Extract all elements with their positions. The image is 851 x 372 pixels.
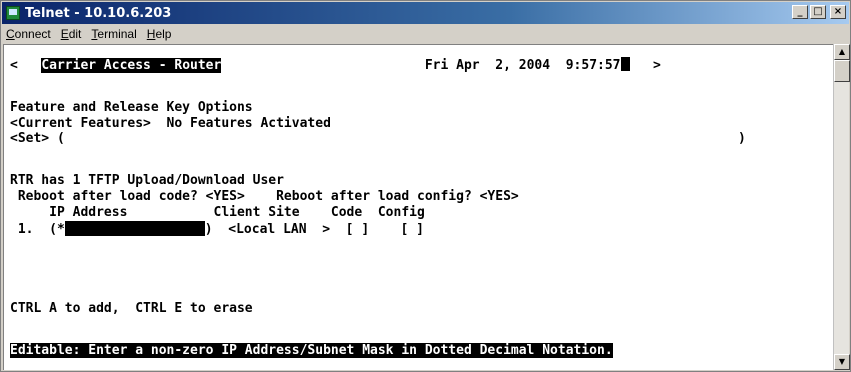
vertical-scrollbar[interactable]: ▲ ▼ bbox=[833, 44, 850, 370]
close-button[interactable]: × bbox=[830, 5, 846, 19]
terminal-header-line: < Carrier Access - Router Fri Apr 2, 200… bbox=[10, 57, 661, 73]
scroll-right-marker: > bbox=[652, 58, 661, 73]
header-datetime: Fri Apr 2, 2004 9:57:57 bbox=[424, 58, 621, 73]
status-line: Editable: Enter a non-zero IP Address/Su… bbox=[10, 343, 613, 358]
scroll-left-marker: < bbox=[10, 58, 18, 73]
feature-title-line: Feature and Release Key Options bbox=[10, 100, 253, 115]
scroll-up-button[interactable]: ▲ bbox=[834, 44, 850, 60]
maximize-button[interactable]: □ bbox=[810, 5, 826, 19]
telnet-app-icon bbox=[6, 6, 20, 20]
ctrl-hint-line: CTRL A to add, CTRL E to erase bbox=[10, 301, 253, 316]
reboot-options-line[interactable]: Reboot after load code? <YES> Reboot aft… bbox=[10, 189, 519, 204]
minimize-button[interactable]: _ bbox=[792, 5, 808, 19]
menu-terminal[interactable]: Terminal bbox=[91, 27, 136, 41]
set-field-open[interactable]: <Set> ( bbox=[10, 131, 65, 146]
menu-help[interactable]: Help bbox=[147, 27, 172, 41]
current-features-line[interactable]: <Current Features> No Features Activated bbox=[10, 116, 331, 131]
window-title: Telnet - 10.10.6.203 bbox=[25, 5, 172, 21]
terminal-screen[interactable]: < Carrier Access - Router Fri Apr 2, 200… bbox=[3, 44, 833, 370]
scroll-down-button[interactable]: ▼ bbox=[834, 354, 850, 370]
window-controls: _ □ × bbox=[792, 5, 846, 19]
text-cursor bbox=[620, 57, 630, 71]
set-field-close: ) bbox=[738, 131, 746, 146]
status-message: Editable: Enter a non-zero IP Address/Su… bbox=[10, 343, 613, 358]
redacted-ip-address[interactable] bbox=[64, 221, 205, 236]
router-title: Carrier Access - Router bbox=[41, 58, 222, 73]
scroll-thumb[interactable] bbox=[834, 60, 850, 82]
column-headers-line: IP Address Client Site Code Config bbox=[10, 205, 425, 220]
menu-edit[interactable]: Edit bbox=[61, 27, 82, 41]
user-row-1[interactable]: 1. (* ) <Local LAN > [ ] [ ] bbox=[10, 221, 424, 237]
row-1-prefix: 1. (* bbox=[10, 222, 65, 237]
telnet-window: Telnet - 10.10.6.203 _ □ × Connect Edit … bbox=[0, 0, 851, 372]
menu-bar: Connect Edit Terminal Help bbox=[2, 25, 849, 43]
title-bar[interactable]: Telnet - 10.10.6.203 _ □ × bbox=[2, 2, 849, 24]
row-1-fields[interactable]: ) <Local LAN > [ ] [ ] bbox=[205, 222, 424, 237]
menu-connect[interactable]: Connect bbox=[6, 27, 51, 41]
tftp-users-line: RTR has 1 TFTP Upload/Download User bbox=[10, 173, 284, 188]
